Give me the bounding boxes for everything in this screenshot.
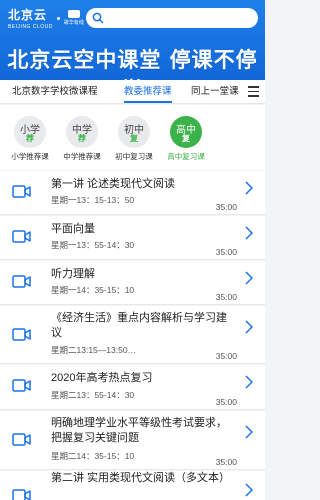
lesson-title: 《经济生活》重点内容解析与学习建议: [51, 312, 227, 339]
tab-digital-school[interactable]: 北京数字学校微课程: [12, 80, 98, 104]
category-junior-review-label: 初中复习课: [115, 152, 153, 161]
lesson-duration: 35:00: [215, 202, 237, 212]
category-selector: 小学 荐 小学推荐课 中学 荐 中学推荐课 初中 复 初中复习课 高中 复 高中…: [0, 105, 265, 170]
logo-separator: [56, 16, 60, 20]
list-item[interactable]: 明确地理学业水平等级性考试要求，把握复习关键问题 星期二14：35-15：10 …: [0, 411, 265, 470]
video-icon: [12, 489, 31, 500]
category-junior-review-icon: 初中 复: [118, 116, 150, 148]
lesson-time: 星期一14：35-15：10: [51, 285, 135, 295]
tab-bar: 北京数字学校微课程 教委推荐课 同上一堂课: [0, 80, 265, 104]
video-icon: [12, 230, 31, 243]
video-icon: [12, 433, 31, 446]
search-input[interactable]: [86, 8, 258, 28]
lesson-time: 星期一13：55-14：30: [51, 240, 135, 250]
lesson-duration: 35:00: [215, 397, 237, 407]
list-item[interactable]: 2020年高考热点复习 星期二13：55-14：30 35:00: [0, 365, 265, 410]
category-primary-icon: 小学 荐: [14, 116, 46, 148]
list-item[interactable]: 平面向量 星期一13：55-14：30 35:00: [0, 216, 265, 260]
video-icon: [12, 185, 31, 198]
chevron-right-icon: [245, 181, 253, 195]
chevron-right-icon: [245, 375, 253, 389]
lesson-duration: 35:00: [215, 351, 237, 361]
partner-logo-icon: [67, 10, 80, 18]
list-item[interactable]: 第一讲 论述类现代文阅读 星期一13：15-13：50 35:00: [0, 171, 265, 215]
partner-logo: 歌华有线: [64, 10, 84, 26]
chevron-right-icon: [245, 425, 253, 439]
lesson-duration: 35:00: [215, 457, 237, 467]
lesson-time: 星期二14：35-15：10: [51, 451, 135, 461]
lesson-title: 平面向量: [51, 223, 95, 235]
category-primary[interactable]: 小学 荐 小学推荐课: [0, 116, 60, 162]
category-senior-review-label: 高中复习课: [167, 152, 205, 161]
tab-recommended[interactable]: 教委推荐课: [124, 80, 172, 104]
category-secondary-line2: 荐: [78, 134, 86, 143]
logo-subtitle: BEIJING CLOUD: [8, 24, 53, 30]
category-secondary-label: 中学推荐课: [63, 152, 101, 161]
lesson-title: 第二讲 实用类现代文阅读（多文本）: [51, 472, 231, 484]
lesson-title: 第一讲 论述类现代文阅读: [51, 178, 176, 190]
chevron-right-icon: [245, 226, 253, 240]
list-item[interactable]: 《经济生活》重点内容解析与学习建议 星期二13:15—13:50… 35:00: [0, 306, 265, 364]
lesson-title: 听力理解: [51, 268, 95, 280]
logo-title: 北京云: [8, 8, 48, 22]
lesson-duration: 35:00: [215, 247, 237, 257]
search-icon: [92, 12, 104, 24]
chevron-right-icon: [245, 483, 253, 497]
app-header: 北京云 BEIJING CLOUD 歌华有线 北京云空中课堂 停课不停学: [0, 0, 265, 102]
lesson-time: 星期二13：55-14：30: [51, 390, 135, 400]
menu-icon[interactable]: [248, 86, 259, 98]
chevron-right-icon: [245, 271, 253, 285]
chevron-right-icon: [245, 320, 253, 334]
tab-same-class[interactable]: 同上一堂课: [191, 80, 239, 104]
category-primary-line2: 荐: [26, 134, 34, 143]
category-secondary-icon: 中学 荐: [66, 116, 98, 148]
partner-logo-text: 歌华有线: [63, 20, 84, 26]
lesson-title: 明确地理学业水平等级性考试要求，把握复习关键问题: [51, 417, 227, 444]
category-secondary[interactable]: 中学 荐 中学推荐课: [52, 116, 112, 162]
lesson-time: 星期二13:15—13:50…: [51, 345, 137, 355]
lesson-time: 星期一13：15-13：50: [51, 195, 135, 205]
lesson-duration: 35:00: [215, 292, 237, 302]
list-item[interactable]: 第二讲 实用类现代文阅读（多文本）: [0, 471, 265, 500]
category-primary-label: 小学推荐课: [11, 152, 49, 161]
lesson-title: 2020年高考热点复习: [51, 372, 153, 384]
category-senior-review-icon: 高中 复: [170, 116, 202, 148]
logo: 北京云 BEIJING CLOUD 歌华有线: [8, 6, 84, 30]
category-senior-review[interactable]: 高中 复 高中复习课: [156, 116, 216, 162]
category-senior-review-line2: 复: [182, 134, 190, 143]
category-junior-review[interactable]: 初中 复 初中复习课: [104, 116, 164, 162]
video-icon: [12, 328, 31, 341]
video-icon: [12, 275, 31, 288]
list-item[interactable]: 听力理解 星期一14：35-15：10 35:00: [0, 261, 265, 305]
category-junior-review-line2: 复: [130, 134, 138, 143]
video-icon: [12, 379, 31, 392]
